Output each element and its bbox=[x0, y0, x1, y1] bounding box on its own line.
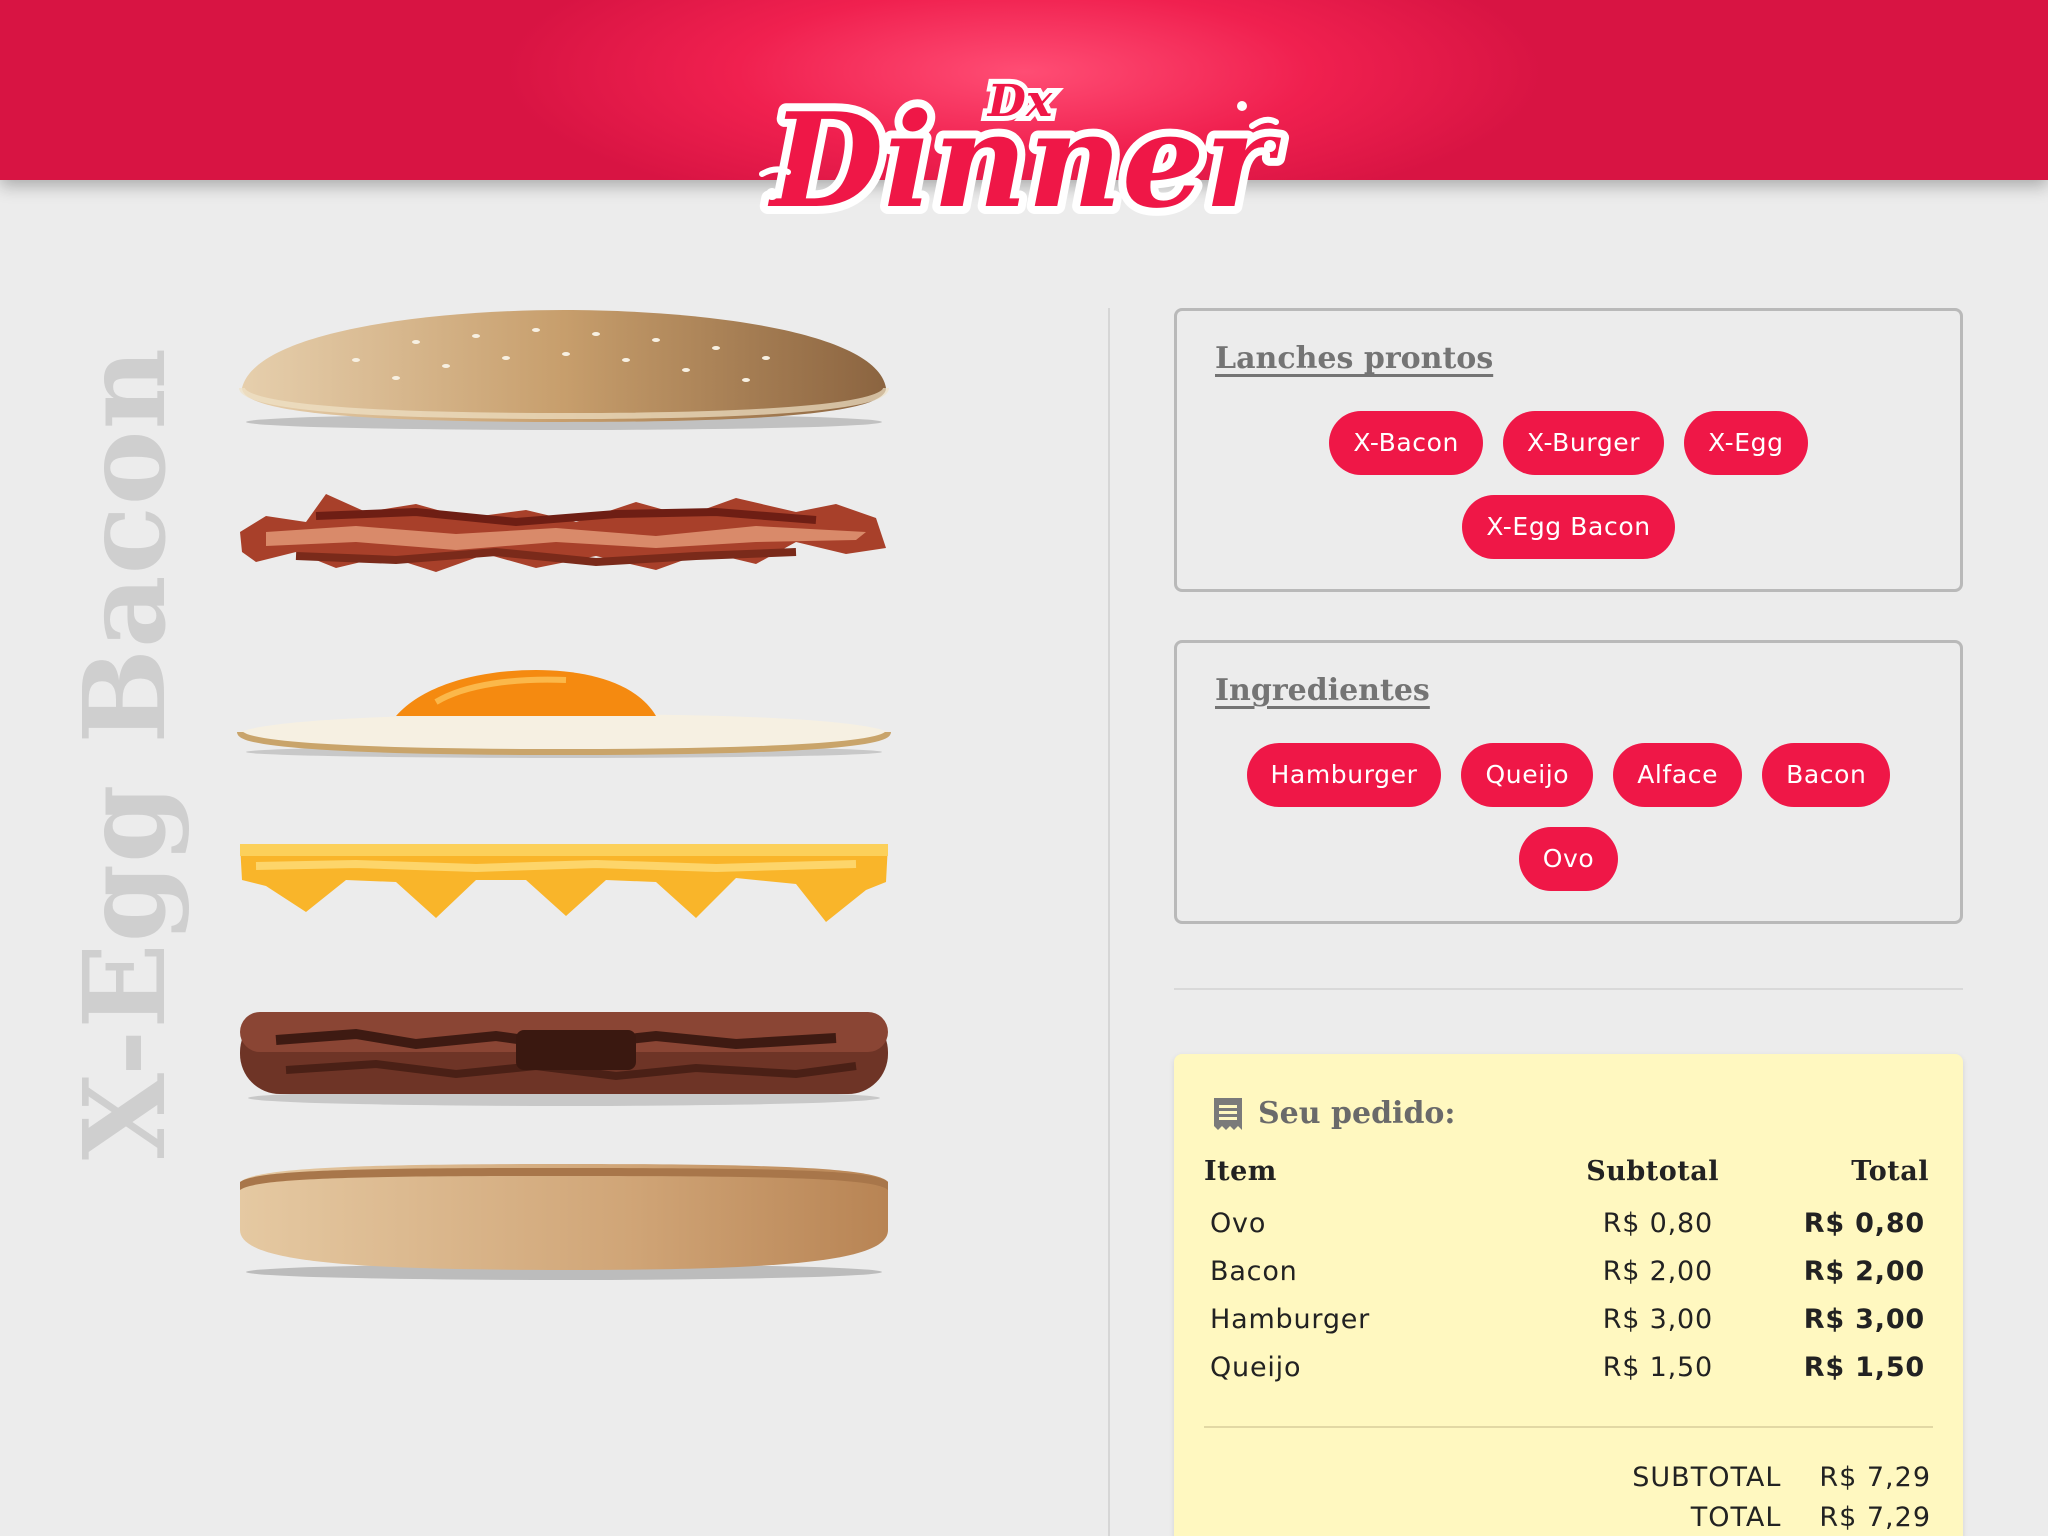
bacon-layer bbox=[240, 494, 886, 572]
chip-queijo[interactable]: Queijo bbox=[1461, 743, 1594, 807]
bottom-bun-layer bbox=[240, 1164, 888, 1280]
header-total: Total bbox=[1851, 1156, 1929, 1187]
row-subtotal: R$ 1,50 bbox=[1602, 1352, 1713, 1383]
row-subtotal: R$ 3,00 bbox=[1602, 1304, 1713, 1335]
row-item: Ovo bbox=[1210, 1208, 1267, 1239]
order-row: Bacon R$ 2,00 R$ 2,00 bbox=[1174, 1256, 1963, 1296]
header-subtotal: Subtotal bbox=[1586, 1156, 1719, 1187]
chip-ovo[interactable]: Ovo bbox=[1518, 827, 1619, 891]
order-row: Hamburger R$ 3,00 R$ 3,00 bbox=[1174, 1304, 1963, 1344]
order-summary: Seu pedido: Item Subtotal Total Ovo R$ 0… bbox=[1174, 1054, 1963, 1536]
total-row: TOTAL R$ 7,29 bbox=[1691, 1502, 1931, 1533]
top-bun-layer bbox=[239, 310, 889, 430]
egg-layer bbox=[237, 670, 891, 758]
total-label: TOTAL bbox=[1690, 1502, 1782, 1533]
ready-snacks-panel: Lanches prontos X-Bacon X-Burger X-Egg X… bbox=[1174, 308, 1963, 592]
row-item: Bacon bbox=[1210, 1256, 1298, 1287]
subtotal-row: SUBTOTAL R$ 7,29 bbox=[1632, 1462, 1931, 1493]
patty-layer bbox=[240, 1012, 888, 1106]
ingredients-title: Ingredientes bbox=[1215, 673, 1430, 708]
subtotal-label: SUBTOTAL bbox=[1632, 1462, 1782, 1493]
ingredients-chips: Hamburger Queijo Alface Bacon Ovo bbox=[1177, 743, 1960, 891]
vertical-divider bbox=[1108, 308, 1110, 1536]
chip-x-egg[interactable]: X-Egg bbox=[1684, 411, 1808, 475]
ingredients-panel: Ingredientes Hamburger Queijo Alface Bac… bbox=[1174, 640, 1963, 924]
chip-alface[interactable]: Alface bbox=[1613, 743, 1743, 807]
row-subtotal: R$ 2,00 bbox=[1602, 1256, 1713, 1287]
section-divider bbox=[1174, 988, 1963, 990]
total-value: R$ 7,29 bbox=[1819, 1502, 1931, 1533]
subtotal-value: R$ 7,29 bbox=[1819, 1462, 1931, 1493]
burger-preview bbox=[236, 300, 892, 1300]
receipt-icon bbox=[1214, 1098, 1242, 1130]
order-row: Ovo R$ 0,80 R$ 0,80 bbox=[1174, 1208, 1963, 1248]
row-total: R$ 0,80 bbox=[1803, 1208, 1925, 1239]
ready-snacks-chips: X-Bacon X-Burger X-Egg X-Egg Bacon bbox=[1177, 411, 1960, 559]
row-total: R$ 1,50 bbox=[1803, 1352, 1925, 1383]
chip-x-egg-bacon[interactable]: X-Egg Bacon bbox=[1462, 495, 1675, 559]
chip-x-burger[interactable]: X-Burger bbox=[1502, 411, 1665, 475]
product-title: X-Egg Bacon bbox=[60, 347, 191, 1160]
chip-x-bacon[interactable]: X-Bacon bbox=[1329, 411, 1483, 475]
row-total: R$ 2,00 bbox=[1803, 1256, 1925, 1287]
cheese-layer bbox=[240, 844, 888, 922]
dx-dinner-logo: Dinner Dinner Dx Dx bbox=[759, 71, 1290, 245]
chip-bacon[interactable]: Bacon bbox=[1762, 743, 1891, 807]
row-total: R$ 3,00 bbox=[1803, 1304, 1925, 1335]
ready-snacks-title: Lanches prontos bbox=[1215, 341, 1494, 376]
row-item: Queijo bbox=[1210, 1352, 1302, 1383]
chip-hamburger[interactable]: Hamburger bbox=[1246, 743, 1442, 807]
order-title: Seu pedido: bbox=[1258, 1096, 1456, 1131]
row-subtotal: R$ 0,80 bbox=[1602, 1208, 1713, 1239]
order-divider bbox=[1204, 1426, 1933, 1428]
order-row: Queijo R$ 1,50 R$ 1,50 bbox=[1174, 1352, 1963, 1392]
row-item: Hamburger bbox=[1210, 1304, 1371, 1335]
header-item: Item bbox=[1204, 1156, 1277, 1187]
svg-text:Dx: Dx bbox=[986, 76, 1053, 127]
